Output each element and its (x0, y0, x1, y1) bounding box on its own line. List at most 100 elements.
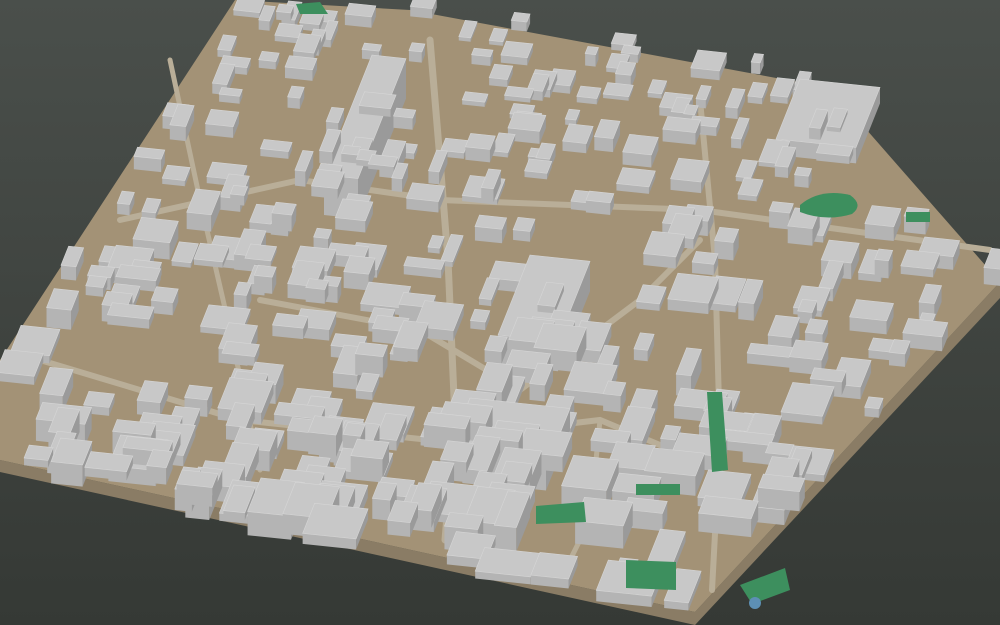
building-roof (244, 243, 278, 262)
building-wall-front (809, 127, 821, 140)
building-block (464, 133, 496, 163)
building-wall-front (271, 212, 292, 232)
building-wall-front (117, 203, 130, 216)
building-roof (340, 144, 362, 156)
water-pond (749, 597, 761, 609)
building-wall-front (484, 349, 502, 364)
building-block (229, 184, 249, 206)
building-block (697, 495, 759, 538)
building-wall-front (889, 352, 905, 367)
building-block (305, 278, 329, 304)
building-block (193, 242, 230, 268)
building-wall-front (794, 174, 809, 188)
building-roof (85, 275, 108, 288)
building-roof (408, 42, 426, 53)
building-roof (464, 133, 496, 150)
building-block (271, 312, 309, 340)
building-roof (524, 158, 553, 174)
building-block (530, 552, 579, 589)
building-block (271, 201, 297, 232)
building-block (85, 275, 108, 297)
building-block (602, 380, 627, 413)
building-block (691, 251, 719, 276)
building-roof (184, 384, 213, 401)
building-block (84, 451, 134, 481)
building-block (218, 87, 243, 104)
building-roof (132, 217, 179, 244)
building-wall-front (408, 50, 422, 63)
building-block (232, 0, 265, 19)
building-wall-front (333, 372, 358, 390)
building-wall-front (874, 259, 889, 279)
building-block (299, 11, 325, 32)
building-wall-front (481, 187, 494, 202)
building-roof (253, 264, 277, 278)
city-model-scene[interactable] (0, 0, 1000, 625)
building-block (690, 49, 728, 81)
building-roof (793, 166, 813, 177)
building-roof (510, 11, 531, 23)
building-wall-front (428, 170, 440, 185)
building-roof (161, 164, 191, 181)
building-block (602, 82, 634, 101)
building-block (408, 42, 426, 63)
building-roof (204, 108, 240, 128)
building-wall-front (151, 300, 173, 316)
building-roof (620, 44, 642, 55)
building-wall-front (391, 177, 403, 192)
building-wall-front (308, 432, 336, 457)
building-wall-front (725, 106, 738, 120)
building-wall-front (230, 193, 245, 206)
building-block (504, 85, 535, 103)
building-block (622, 133, 659, 168)
building-wall-front (51, 461, 83, 487)
building-wall-front (343, 271, 369, 291)
building-roof (258, 50, 280, 62)
building-block (585, 190, 615, 215)
building-block (161, 164, 191, 187)
building-block (864, 205, 902, 242)
building-wall-front (731, 137, 742, 149)
building-roof (768, 201, 794, 214)
building-block (471, 47, 494, 66)
building-block (106, 302, 155, 329)
building-block (334, 198, 374, 233)
building-roof (788, 339, 829, 361)
building-roof (83, 391, 115, 408)
building-roof (275, 3, 295, 14)
building-roof (405, 182, 446, 202)
building-wall-front (393, 116, 413, 130)
building-roof (764, 441, 795, 456)
building-block (474, 214, 508, 244)
building-block (584, 46, 599, 67)
building-block (204, 108, 240, 138)
building-block (244, 243, 278, 267)
building-wall-front (146, 465, 167, 485)
building-block (393, 107, 417, 130)
building-block (405, 182, 446, 213)
building-block (714, 227, 740, 261)
park-small-4 (626, 560, 676, 590)
building-roof (474, 214, 508, 230)
building-roof (691, 251, 719, 265)
building-roof (358, 91, 397, 110)
building-block (474, 547, 541, 585)
building-wall-front (529, 383, 545, 402)
building-wall-front (774, 165, 789, 179)
city-model-viewport[interactable] (0, 0, 1000, 625)
building-roof (533, 322, 587, 353)
building-block (344, 2, 377, 28)
building-wall-front (294, 170, 306, 187)
building-wall-front (594, 136, 614, 153)
building-block (259, 139, 293, 159)
building-roof (361, 42, 383, 52)
building-roof (616, 167, 656, 188)
building-block (500, 40, 534, 66)
building-wall-front (494, 525, 517, 552)
building-roof (602, 82, 634, 97)
park-small-2 (636, 484, 680, 495)
building-wall-front (603, 393, 621, 413)
building-block (793, 166, 813, 188)
building-roof (849, 299, 894, 322)
building-block (284, 55, 318, 81)
